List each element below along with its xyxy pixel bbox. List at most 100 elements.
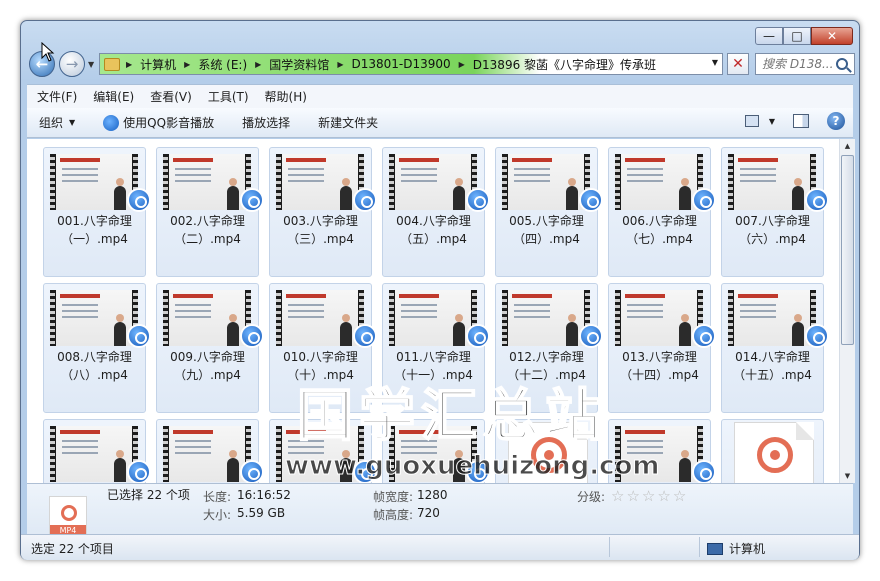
scroll-thumb[interactable] [841, 155, 854, 345]
view-options-dropdown-icon[interactable]: ▼ [769, 117, 775, 126]
view-options-icon[interactable] [744, 115, 759, 127]
slide-title-bar [60, 158, 100, 162]
help-icon[interactable]: ? [827, 112, 845, 130]
file-tile[interactable]: 006.八字命理（七）.mp4 [608, 147, 716, 277]
organize-button[interactable]: 组织 ▼ [39, 114, 75, 131]
command-bar: 组织 ▼ 使用QQ影音播放 播放选择 新建文件夹 ▼ ? [27, 108, 853, 138]
presenter-figure [566, 314, 578, 346]
qq-player-icon [466, 188, 490, 212]
address-bar[interactable]: ▶ 计算机 ▶ 系统 (E:) ▶ 国学资料馆 ▶ D13801-D13900 … [99, 53, 723, 75]
breadcrumb-subfolder[interactable]: D13801-D13900 [345, 57, 456, 71]
slide-text-line [627, 446, 663, 448]
new-folder-button[interactable]: 新建文件夹 [318, 114, 378, 131]
star-icon[interactable]: ☆ [611, 489, 624, 504]
rating-label: 分级: [577, 490, 606, 504]
file-tile[interactable]: 012.八字命理（十二）.mp4 [495, 283, 603, 413]
scroll-up-icon[interactable]: ▲ [840, 139, 855, 153]
slide-text-line [62, 168, 98, 170]
scroll-down-icon[interactable]: ▼ [840, 469, 855, 483]
breadcrumb-separator-icon[interactable]: ▶ [457, 60, 467, 69]
slide-text-line [288, 446, 324, 448]
video-frame [282, 154, 358, 210]
minimize-button[interactable]: — [755, 27, 783, 45]
breadcrumb-separator-icon[interactable]: ▶ [124, 60, 134, 69]
file-view[interactable]: 001.八字命理（一）.mp4 002.八字命理（二）.mp4 003.八字命理（三… [27, 139, 839, 483]
video-thumbnail [163, 426, 251, 482]
menu-tools[interactable]: 工具(T) [208, 88, 249, 105]
video-thumbnail [615, 154, 703, 210]
address-dropdown-icon[interactable]: ▼ [712, 58, 718, 67]
file-tile[interactable] [156, 419, 264, 483]
slide-text-line [740, 168, 776, 170]
preview-pane-icon[interactable] [793, 114, 809, 128]
star-icon[interactable]: ☆ [626, 489, 639, 504]
forward-button[interactable]: → [59, 51, 85, 77]
file-tile[interactable]: 007.八字命理（六）.mp4 [721, 147, 829, 277]
star-icon[interactable]: ☆ [642, 489, 655, 504]
breadcrumb-computer[interactable]: 计算机 [134, 56, 182, 73]
file-tile[interactable]: 009.八字命理（九）.mp4 [156, 283, 264, 413]
file-tile[interactable] [43, 419, 151, 483]
slide-text-line [175, 310, 211, 312]
close-button[interactable]: ✕ [811, 27, 853, 45]
file-tile[interactable]: 001.八字命理（一）.mp4 [43, 147, 151, 277]
file-name: 007.八字命理（六）.mp4 [735, 214, 810, 246]
file-tile[interactable]: 003.八字命理（三）.mp4 [269, 147, 377, 277]
slide-text-line [288, 168, 324, 170]
explorer-window: — □ ✕ ← → ▼ ▶ 计算机 ▶ 系统 (E:) ▶ 国学资料馆 ▶ D1… [20, 20, 860, 560]
search-icon[interactable] [836, 58, 848, 70]
film-reel-icon [531, 437, 567, 473]
search-box[interactable] [755, 53, 855, 75]
breadcrumb-folder[interactable]: 国学资料馆 [263, 56, 335, 73]
recent-pages-dropdown[interactable]: ▼ [88, 60, 94, 69]
slide-text-line [401, 440, 437, 442]
menu-help[interactable]: 帮助(H) [265, 88, 307, 105]
file-tile[interactable] [382, 419, 490, 483]
slide-text-line [627, 310, 663, 312]
file-tile[interactable]: 014.八字命理（十五）.mp4 [721, 283, 829, 413]
breadcrumb-current[interactable]: D13896 黎菡《八字命理》传承班 [467, 56, 662, 73]
file-name: 006.八字命理（七）.mp4 [622, 214, 697, 246]
slide-title-bar [60, 294, 100, 298]
file-tile[interactable]: 011.八字命理（十一）.mp4 [382, 283, 490, 413]
file-name: 004.八字命理（五）.mp4 [396, 214, 471, 246]
presenter-figure [340, 314, 352, 346]
breadcrumb-separator-icon[interactable]: ▶ [253, 60, 263, 69]
star-icon[interactable]: ☆ [673, 489, 686, 504]
slide-text-line [288, 440, 324, 442]
maximize-button[interactable]: □ [783, 27, 811, 45]
file-tile[interactable] [269, 419, 377, 483]
vertical-scrollbar[interactable]: ▲ ▼ [839, 139, 855, 483]
presenter-figure [114, 314, 126, 346]
file-tile[interactable]: 013.八字命理（十四）.mp4 [608, 283, 716, 413]
play-selection-button[interactable]: 播放选择 [242, 114, 290, 131]
file-tile[interactable]: 002.八字命理（二）.mp4 [156, 147, 264, 277]
play-with-qq-label: 使用QQ影音播放 [123, 116, 215, 130]
status-selection-text: 选定 22 个项目 [31, 542, 114, 556]
menu-view[interactable]: 查看(V) [150, 88, 192, 105]
play-with-qq-button[interactable]: 使用QQ影音播放 [103, 114, 214, 131]
menu-edit[interactable]: 编辑(E) [93, 88, 134, 105]
file-tile[interactable] [608, 419, 716, 483]
menu-bar: 文件(F) 编辑(E) 查看(V) 工具(T) 帮助(H) [27, 84, 853, 108]
slide-text-line [62, 310, 98, 312]
file-tile[interactable]: 010.八字命理（十）.mp4 [269, 283, 377, 413]
rating-stars[interactable]: ☆ ☆ ☆ ☆ ☆ [611, 489, 688, 504]
clear-address-button[interactable]: ✕ [727, 53, 749, 75]
star-icon[interactable]: ☆ [657, 489, 670, 504]
file-tile[interactable]: 004.八字命理（五）.mp4 [382, 147, 490, 277]
breadcrumb-separator-icon[interactable]: ▶ [335, 60, 345, 69]
file-tile[interactable]: MP4 [721, 419, 824, 483]
mp4-file-icon: MP4 [508, 422, 588, 483]
qq-player-icon [127, 324, 151, 348]
slide-title-bar [286, 430, 326, 434]
breadcrumb-separator-icon[interactable]: ▶ [182, 60, 192, 69]
breadcrumb-drive[interactable]: 系统 (E:) [192, 56, 253, 73]
file-tile[interactable]: 005.八字命理（四）.mp4 [495, 147, 603, 277]
search-input[interactable] [756, 57, 832, 71]
video-frame [508, 290, 584, 346]
menu-file[interactable]: 文件(F) [37, 88, 77, 105]
file-tile[interactable]: MP4 [495, 419, 598, 483]
slide-text-line [175, 168, 211, 170]
file-tile[interactable]: 008.八字命理（八）.mp4 [43, 283, 151, 413]
